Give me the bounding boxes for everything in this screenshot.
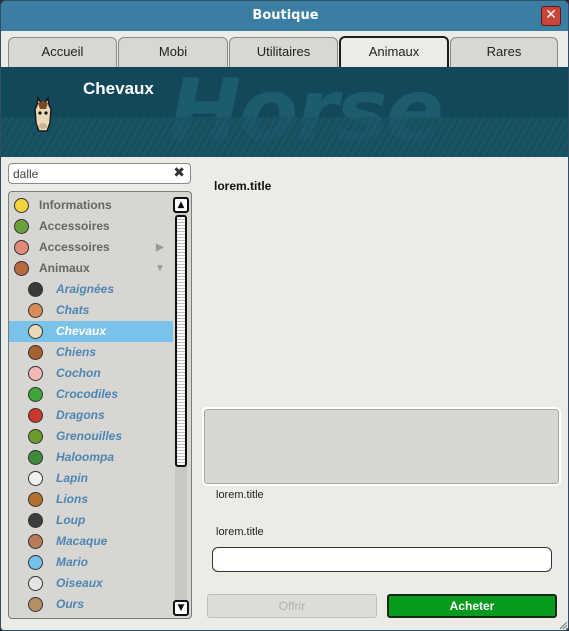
crocodile-icon <box>28 387 43 402</box>
category-scrollbar[interactable]: ▲ ▼ <box>173 195 189 617</box>
horse-icon <box>28 324 43 339</box>
cube-icon <box>14 219 29 234</box>
category-label: Loup <box>56 513 86 527</box>
product-preview <box>202 407 561 486</box>
resize-grip-icon[interactable] <box>558 620 568 630</box>
title-bar[interactable]: Boutique ✕ <box>1 1 568 31</box>
category-label: Araignées <box>56 282 115 296</box>
arrow-down-icon: ▼ <box>177 603 185 613</box>
category-label: Chiens <box>56 345 97 359</box>
category-label: Lapin <box>56 471 88 485</box>
product-title: lorem.title <box>214 179 272 193</box>
category-label: Mario <box>56 555 89 569</box>
pig-icon <box>28 366 43 381</box>
category-label: Chevaux <box>56 324 107 338</box>
category-list-panel: Informations Accessoires Accessoires ▶ Anima… <box>8 191 192 619</box>
category-label: Oiseaux <box>56 576 103 590</box>
scroll-up-button[interactable]: ▲ <box>173 197 189 213</box>
subcategory-item[interactable]: Dragons <box>9 405 173 426</box>
category-label: Accessoires <box>39 219 110 233</box>
category-banner: Horse Chevaux <box>1 67 568 157</box>
category-label: Lions <box>56 492 88 506</box>
subcategory-item[interactable]: Haloompa <box>9 447 173 468</box>
tab-mobi[interactable]: Mobi <box>118 37 228 67</box>
category-label: Ours <box>56 597 85 611</box>
tab-bar: Accueil Mobi Utilitaires Animaux Rares <box>1 31 568 67</box>
category-item[interactable]: Accessoires ▶ <box>9 237 173 258</box>
category-item[interactable]: Informations <box>9 195 173 216</box>
star-icon <box>14 198 29 213</box>
mario-icon <box>28 555 43 570</box>
search-box: ✖ <box>8 163 191 184</box>
rabbit-icon <box>28 471 43 486</box>
subcategory-item[interactable]: Chats <box>9 300 173 321</box>
category-label: Chats <box>56 303 90 317</box>
category-list: Informations Accessoires Accessoires ▶ Anima… <box>9 195 173 615</box>
chevron-right-icon[interactable]: ▶ <box>156 237 164 258</box>
gift-recipient-input[interactable] <box>212 547 552 572</box>
monkey-icon <box>14 261 29 276</box>
shop-window: Boutique ✕ Accueil Mobi Utilitaires Anim… <box>0 0 569 631</box>
category-label: Dragons <box>56 408 105 422</box>
close-icon: ✕ <box>545 7 557 23</box>
category-label: Accessoires <box>39 240 110 254</box>
subcategory-item[interactable]: Chevaux <box>9 321 173 342</box>
subcategory-item[interactable]: Mario <box>9 552 173 573</box>
dragon-icon <box>28 408 43 423</box>
frog-icon <box>28 429 43 444</box>
scroll-track[interactable] <box>175 213 187 600</box>
price-label: lorem.title <box>216 489 264 501</box>
subcategory-item[interactable]: Grenouilles <box>9 426 173 447</box>
items-icon <box>14 240 29 255</box>
subcategory-item[interactable]: Lapin <box>9 468 173 489</box>
macaque-icon <box>28 534 43 549</box>
gift-label: lorem.title <box>216 526 264 538</box>
category-label: Haloompa <box>56 450 115 464</box>
horse-head-icon <box>34 95 52 132</box>
buy-button[interactable]: Acheter <box>387 594 557 618</box>
tab-utilitaires[interactable]: Utilitaires <box>229 37 338 67</box>
subcategory-item[interactable]: Lions <box>9 489 173 510</box>
wolf-icon <box>28 513 43 528</box>
subcategory-item[interactable]: Macaque <box>9 531 173 552</box>
subcategory-item[interactable]: Crocodiles <box>9 384 173 405</box>
category-item[interactable]: Animaux ▼ <box>9 258 173 279</box>
subcategory-item[interactable]: Loup <box>9 510 173 531</box>
subcategory-item[interactable]: Chiens <box>9 342 173 363</box>
subcategory-item[interactable]: Oiseaux <box>9 573 173 594</box>
dog-icon <box>28 345 43 360</box>
tab-rares[interactable]: Rares <box>450 37 558 67</box>
spider-icon <box>28 282 43 297</box>
scroll-thumb[interactable] <box>175 215 187 467</box>
search-input[interactable] <box>13 166 163 182</box>
offer-button[interactable]: Offrir <box>207 594 377 618</box>
tab-animaux[interactable]: Animaux <box>339 36 449 67</box>
cat-icon <box>28 303 43 318</box>
bear-icon <box>28 597 43 612</box>
chevron-down-icon[interactable]: ▼ <box>155 258 165 279</box>
category-label: Cochon <box>56 366 101 380</box>
subcategory-item[interactable]: Ours <box>9 594 173 615</box>
subcategory-item[interactable]: Araignées <box>9 279 173 300</box>
category-label: Informations <box>39 198 112 212</box>
category-item[interactable]: Accessoires <box>9 216 173 237</box>
category-label: Animaux <box>39 261 90 275</box>
category-label: Macaque <box>56 534 108 548</box>
tab-accueil[interactable]: Accueil <box>8 37 117 67</box>
scroll-down-button[interactable]: ▼ <box>173 600 189 616</box>
arrow-up-icon: ▲ <box>177 200 185 210</box>
haloompa-icon <box>28 450 43 465</box>
window-title: Boutique <box>252 8 319 23</box>
close-button[interactable]: ✕ <box>541 6 561 26</box>
banner-title: Chevaux <box>83 79 154 98</box>
bird-icon <box>28 576 43 591</box>
subcategory-item[interactable]: Cochon <box>9 363 173 384</box>
lion-icon <box>28 492 43 507</box>
banner-foliage <box>1 117 568 157</box>
category-label: Crocodiles <box>56 387 119 401</box>
category-label: Grenouilles <box>56 429 123 443</box>
clear-search-icon[interactable]: ✖ <box>173 165 185 181</box>
